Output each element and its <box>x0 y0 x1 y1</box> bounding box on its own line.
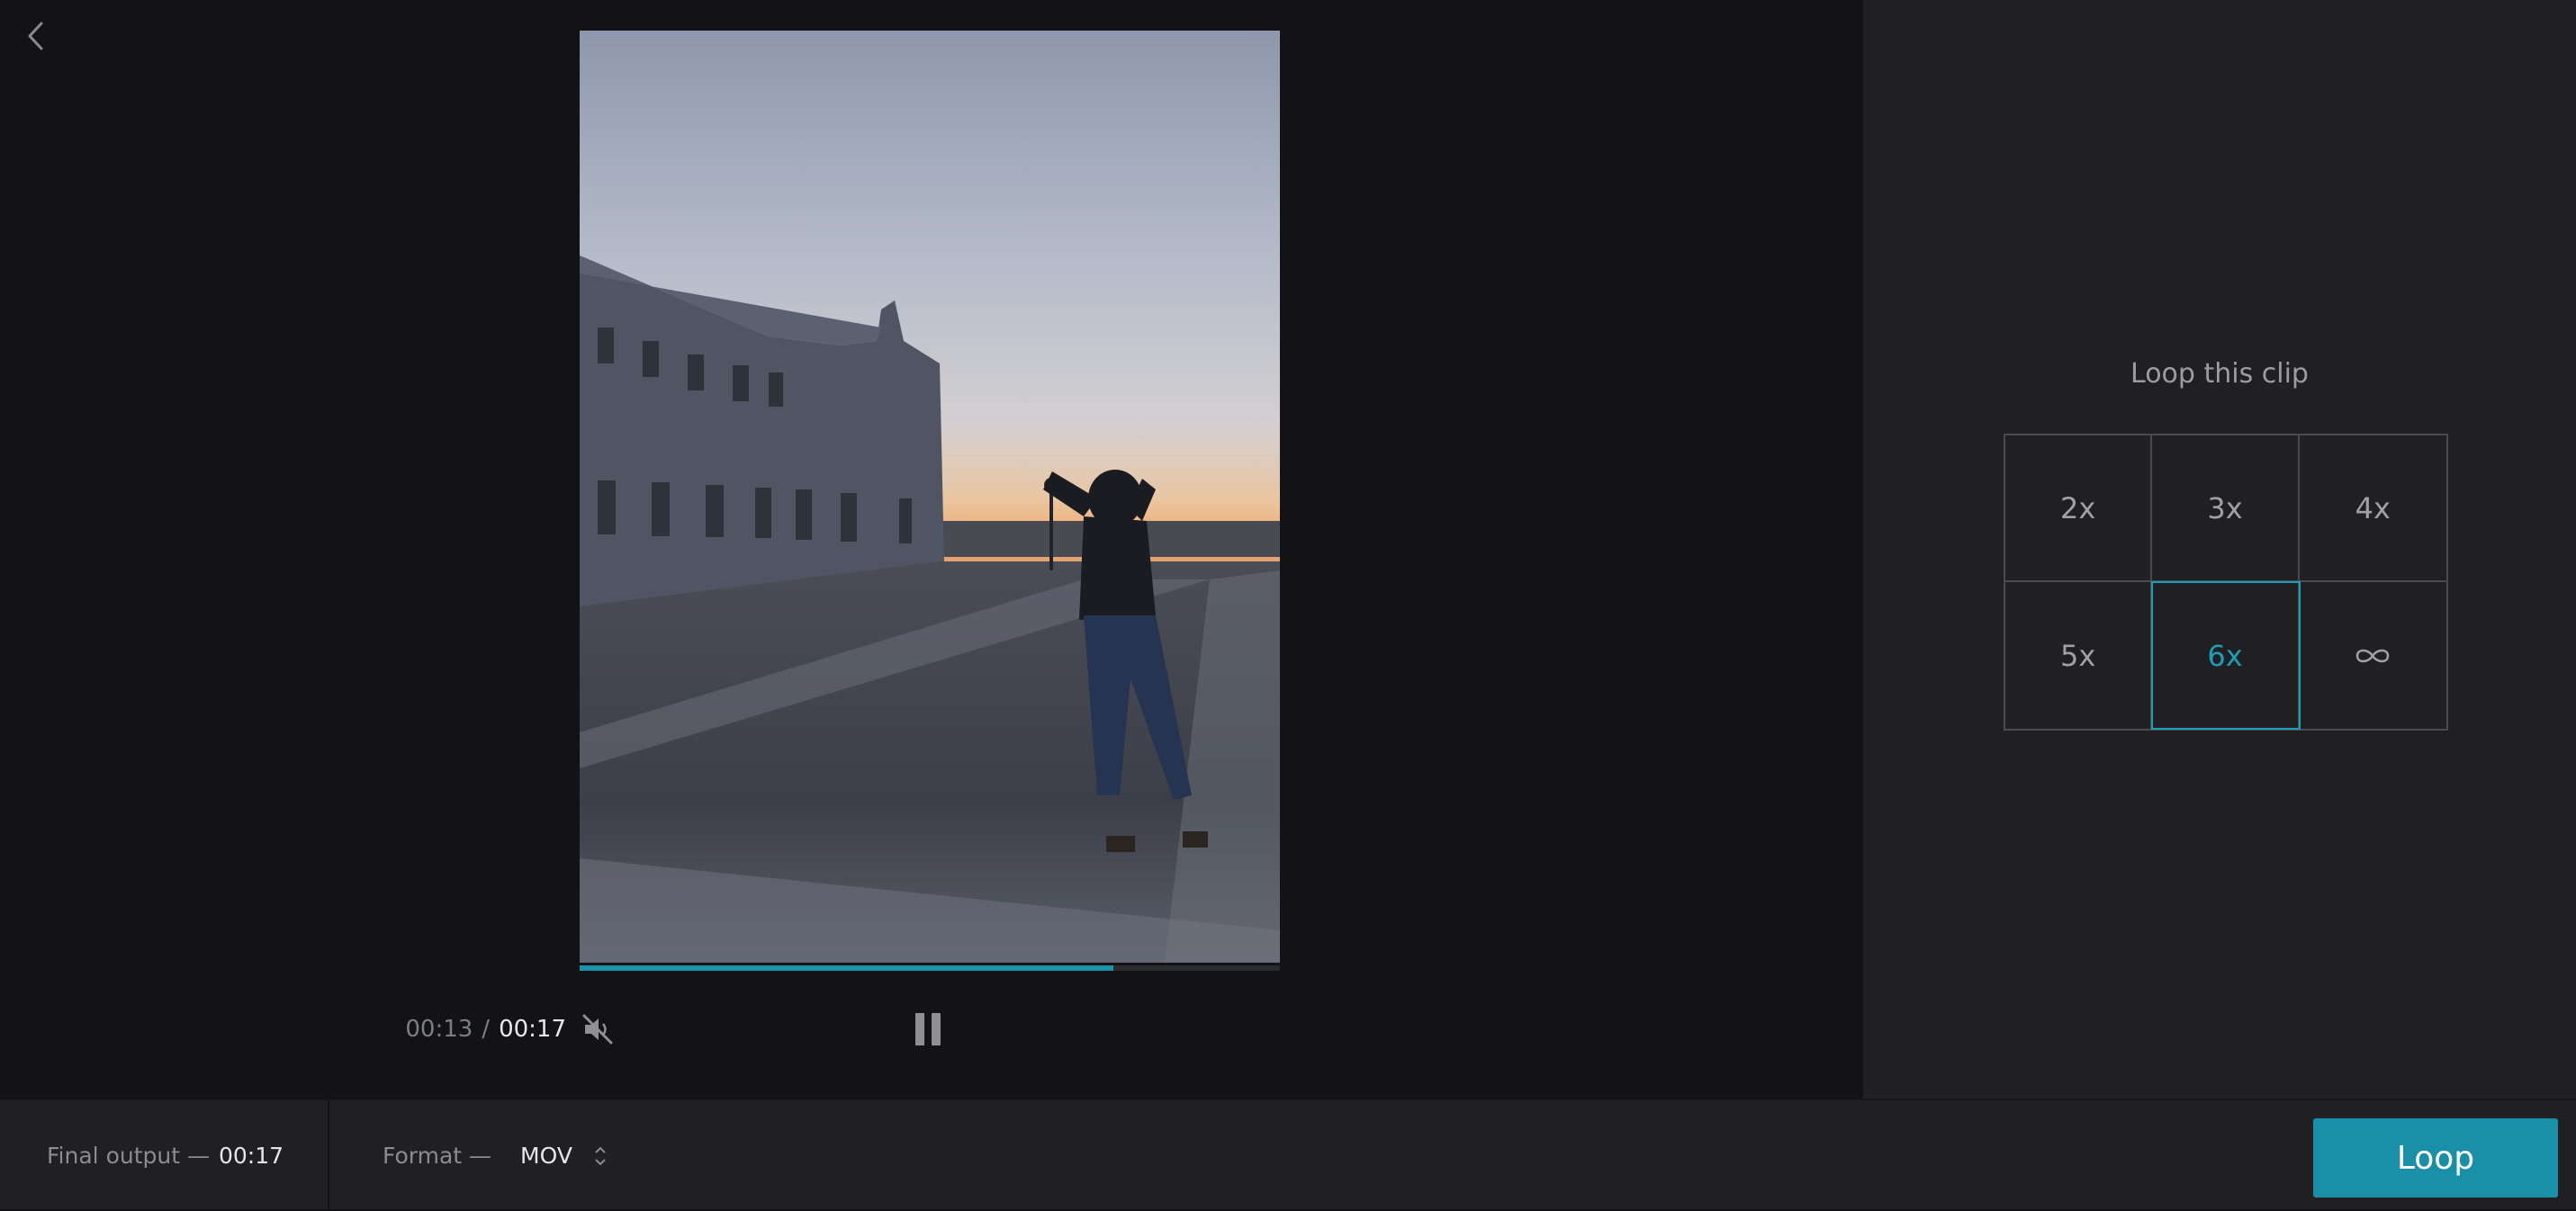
playback-progress-fill <box>580 965 1113 971</box>
loop-option-6x[interactable]: 6x <box>2151 581 2301 730</box>
final-output-duration: 00:17 <box>218 1143 284 1169</box>
back-button[interactable] <box>20 18 52 54</box>
bottom-toolbar: Final output — 00:17 Format — MOV <box>0 1099 2576 1211</box>
loop-settings-panel: Loop this clip 2x 3x 4x 5x 6x <box>1863 0 2576 1099</box>
loop-option-4x[interactable]: 4x <box>2299 435 2446 582</box>
mute-button[interactable] <box>576 1008 619 1051</box>
loop-count-grid: 2x 3x 4x 5x 6x <box>2004 434 2448 731</box>
toolbar-divider <box>328 1100 329 1211</box>
format-picker: Format — MOV <box>383 1100 608 1211</box>
format-value: MOV <box>520 1143 572 1169</box>
pause-button[interactable] <box>905 1008 950 1051</box>
preview-area: 00:13 / 00:17 <box>0 0 1863 1099</box>
playback-progress-bar[interactable] <box>580 965 1280 971</box>
final-output-label: Final output — <box>47 1143 210 1169</box>
sort-arrows-icon <box>595 1146 606 1165</box>
loop-option-2x[interactable]: 2x <box>2005 435 2153 582</box>
loop-option-5x[interactable]: 5x <box>2005 582 2153 729</box>
current-time: 00:13 <box>405 1016 473 1043</box>
time-separator: / <box>482 1016 491 1043</box>
chevron-left-icon <box>28 22 43 50</box>
panel-title: Loop this clip <box>2130 358 2309 390</box>
speaker-muted-icon <box>582 1014 613 1045</box>
loop-option-3x[interactable]: 3x <box>2152 435 2300 582</box>
loop-option-infinite[interactable] <box>2300 582 2446 729</box>
infinity-icon <box>2352 644 2393 668</box>
pause-icon <box>915 1013 941 1045</box>
final-output-info: Final output — 00:17 <box>47 1100 284 1211</box>
format-select[interactable]: MOV <box>520 1143 608 1170</box>
loop-action-button[interactable]: Loop <box>2313 1118 2558 1198</box>
total-time: 00:17 <box>499 1016 566 1043</box>
time-readout: 00:13 / 00:17 <box>405 1013 566 1045</box>
format-label: Format — <box>383 1143 492 1169</box>
video-frame-image <box>580 31 1280 963</box>
video-preview[interactable] <box>580 31 1280 963</box>
